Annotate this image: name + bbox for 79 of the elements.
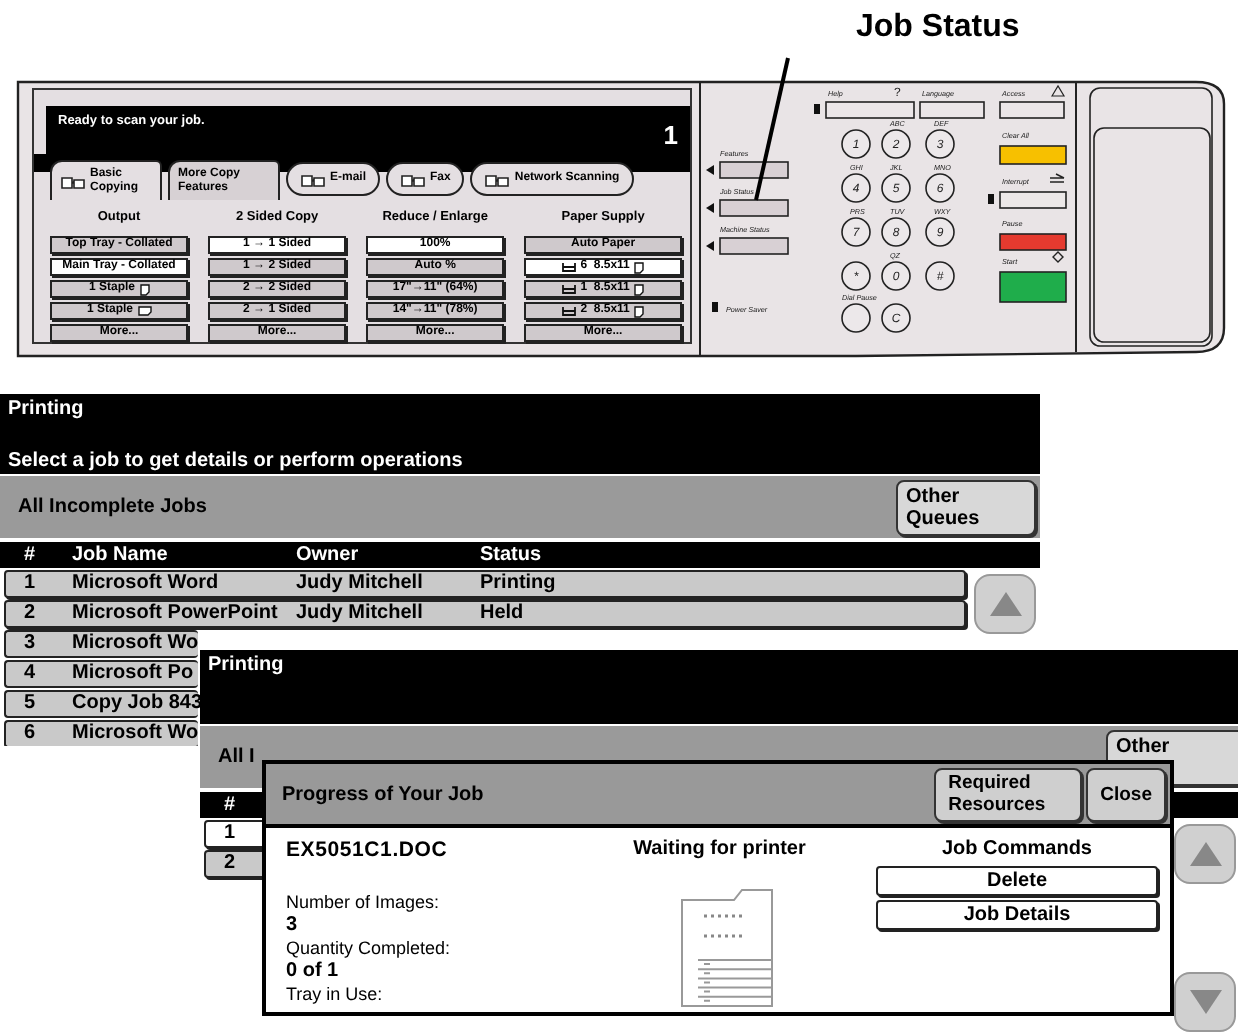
command-button[interactable]: Job Details [876, 900, 1158, 930]
queue-name: All Incomplete Jobs [18, 496, 207, 518]
column-heading: Status [480, 542, 544, 568]
keypad-key[interactable] [841, 129, 871, 159]
indicator-light [988, 194, 994, 204]
printer-drawing [679, 888, 776, 1008]
dialog-button[interactable]: Close [1086, 767, 1166, 821]
copier-icon [300, 171, 326, 187]
down-arrow-icon [1187, 988, 1223, 1016]
job-status-text: Waiting for printer [633, 838, 806, 860]
job-row[interactable]: 1 Microsoft Word Judy Mitchell Printing [4, 570, 966, 598]
section-heading: Job Commands [941, 838, 1092, 860]
scroll-down-button[interactable] [1174, 972, 1236, 1032]
keypad-key[interactable] [881, 303, 911, 333]
leader-line [754, 57, 790, 201]
panel-key[interactable] [719, 237, 789, 255]
interrupt-icon [1049, 173, 1065, 183]
column-heading: Job Name [72, 542, 170, 568]
field-value: 0 of 1 [286, 960, 341, 984]
tray-icon [562, 306, 577, 316]
pointer-icon [706, 203, 714, 213]
instruction-text: Select a job to get details or perform operations [8, 450, 465, 474]
field-label: Tray in Use: [286, 984, 385, 1006]
scroll-up-button[interactable] [974, 574, 1036, 634]
pointer-icon [706, 165, 714, 175]
field-value: 3 [286, 914, 300, 938]
function-key[interactable] [999, 271, 1067, 303]
indicator-light [712, 302, 718, 312]
pointer-icon [706, 241, 714, 251]
keypad-key[interactable] [841, 173, 871, 203]
function-key[interactable] [999, 233, 1067, 251]
scroll-up-button[interactable] [1174, 824, 1236, 884]
keypad-key[interactable] [925, 129, 955, 159]
job-row[interactable]: 6 Microsoft Wo [4, 720, 198, 746]
column-heading: # [24, 542, 38, 568]
copier-icon [60, 173, 86, 189]
keypad-key[interactable] [925, 173, 955, 203]
up-arrow-icon [987, 590, 1023, 618]
panel-key[interactable] [999, 101, 1065, 119]
keypad-key[interactable] [841, 261, 871, 291]
field-label: Quantity Completed: [286, 938, 453, 960]
job-row[interactable]: 5 Copy Job 843 [4, 690, 198, 718]
screen-title: Printing [208, 654, 286, 678]
keypad-key[interactable] [841, 217, 871, 247]
job-row[interactable]: 3 Microsoft Wo [4, 630, 198, 658]
job-row[interactable]: 2 Microsoft PowerPoint Judy Mitchell Held [4, 600, 966, 628]
panel-key[interactable] [719, 199, 789, 217]
tray-icon [562, 284, 577, 294]
panel-key[interactable] [825, 101, 915, 119]
queue-name: All I [218, 746, 255, 768]
field-label: Number of Images: [286, 892, 442, 914]
function-key[interactable] [999, 145, 1067, 165]
column-heading: Owner [296, 542, 361, 568]
keypad-key[interactable] [841, 303, 871, 333]
indicator-light [814, 104, 820, 114]
document-name: EX5051C1.DOC [286, 838, 450, 862]
screen-title: Printing [8, 398, 86, 422]
tray-icon [562, 262, 577, 272]
dialog-button[interactable]: Required Resources [934, 767, 1083, 821]
function-key[interactable] [999, 191, 1067, 209]
copier-icon [400, 171, 427, 187]
keypad-key[interactable] [881, 217, 911, 247]
copier-icon [484, 171, 511, 187]
panel-key[interactable] [719, 161, 789, 179]
other-queues-button[interactable]: Other Queues [896, 479, 1036, 535]
column-heading: # [224, 792, 238, 818]
job-row[interactable]: 4 Microsoft Po [4, 660, 198, 688]
panel-key[interactable] [919, 101, 985, 119]
up-arrow-icon [1187, 840, 1223, 868]
keypad-key[interactable] [925, 217, 955, 247]
start-icon [1052, 251, 1064, 263]
keypad-key[interactable] [881, 261, 911, 291]
keypad-key[interactable] [881, 173, 911, 203]
quantity-display: 1 [663, 122, 678, 150]
keypad-key[interactable] [881, 129, 911, 159]
dialog-title: Progress of Your Job [282, 783, 484, 805]
callout-label: Job Status [856, 8, 1020, 48]
keypad-key[interactable] [925, 261, 955, 291]
command-button[interactable]: Delete [876, 866, 1158, 896]
